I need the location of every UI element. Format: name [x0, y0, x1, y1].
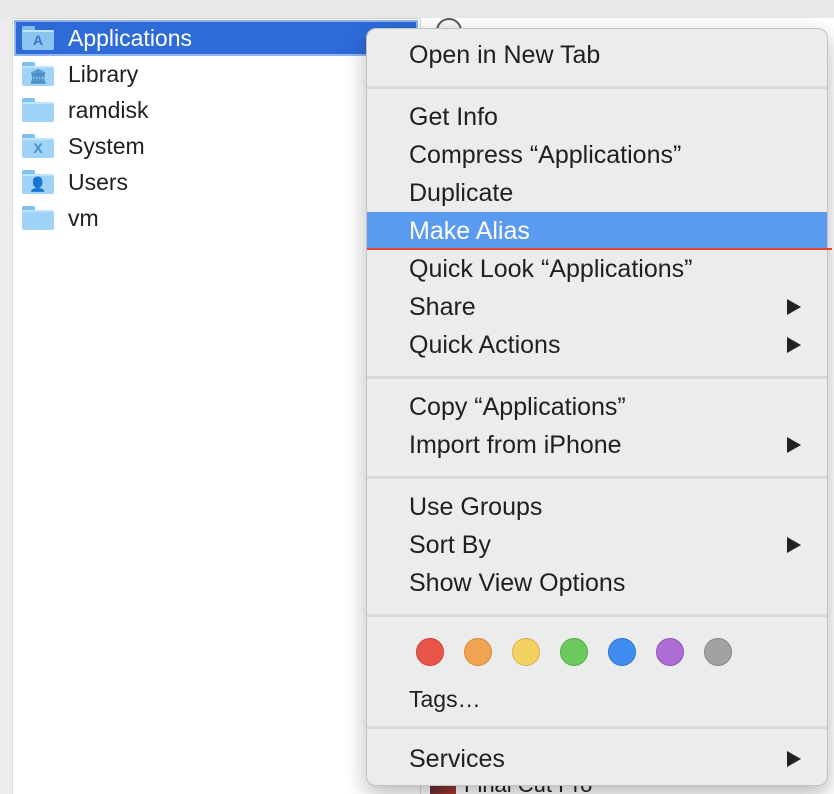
- tag-orange[interactable]: [464, 638, 492, 666]
- file-row-library[interactable]: 🏛 Library: [14, 56, 418, 92]
- menu-item-import-from-iphone[interactable]: Import from iPhone: [367, 426, 827, 464]
- folder-icon: [22, 98, 54, 122]
- file-row-users[interactable]: 👤 Users: [14, 164, 418, 200]
- context-menu: Open in New Tab Get Info Compress “Appli…: [366, 28, 832, 786]
- menu-separator: [367, 476, 827, 479]
- menu-item-label: Tags…: [409, 685, 481, 712]
- menu-item-label: Sort By: [409, 530, 491, 559]
- menu-item-label: Services: [409, 744, 505, 773]
- submenu-arrow-icon: [787, 751, 801, 767]
- menu-item-open-in-new-tab[interactable]: Open in New Tab: [367, 36, 827, 74]
- file-row-applications[interactable]: A Applications: [14, 20, 418, 56]
- menu-item-tags[interactable]: Tags…: [367, 680, 827, 718]
- tag-green[interactable]: [560, 638, 588, 666]
- folder-icon: [22, 206, 54, 230]
- menu-item-use-groups[interactable]: Use Groups: [367, 488, 827, 526]
- users-folder-icon: 👤: [22, 170, 54, 194]
- menu-item-label: Open in New Tab: [409, 40, 601, 69]
- menu-separator: [367, 614, 827, 617]
- file-name: System: [68, 132, 145, 159]
- file-name: ramdisk: [68, 96, 149, 123]
- menu-item-label: Quick Look “Applications”: [409, 254, 693, 283]
- file-name: vm: [68, 204, 99, 231]
- menu-item-label: Import from iPhone: [409, 430, 622, 459]
- menu-item-share[interactable]: Share: [367, 288, 827, 326]
- menu-item-label: Duplicate: [409, 178, 514, 207]
- menu-item-label: Use Groups: [409, 492, 543, 521]
- menu-item-copy[interactable]: Copy “Applications”: [367, 388, 827, 426]
- submenu-arrow-icon: [787, 337, 801, 353]
- menu-separator: [367, 726, 827, 729]
- menu-item-label: Quick Actions: [409, 330, 561, 359]
- menu-separator: [367, 86, 827, 89]
- menu-separator: [367, 376, 827, 379]
- sidebar-edge: [0, 18, 13, 794]
- menu-item-label: Show View Options: [409, 568, 626, 597]
- menu-item-sort-by[interactable]: Sort By: [367, 526, 827, 564]
- file-name: Library: [68, 60, 139, 87]
- tag-blue[interactable]: [608, 638, 636, 666]
- menu-item-make-alias[interactable]: Make Alias: [367, 212, 827, 250]
- tag-purple[interactable]: [656, 638, 684, 666]
- menu-item-duplicate[interactable]: Duplicate: [367, 174, 827, 212]
- window-toolbar: [0, 0, 834, 19]
- file-name: Users: [68, 168, 129, 195]
- menu-item-quick-look[interactable]: Quick Look “Applications”: [367, 250, 827, 288]
- menu-item-label: Make Alias: [409, 216, 530, 245]
- menu-item-label: Get Info: [409, 102, 498, 131]
- library-folder-icon: 🏛: [22, 62, 54, 86]
- tag-gray[interactable]: [704, 638, 732, 666]
- submenu-arrow-icon: [787, 437, 801, 453]
- tag-yellow[interactable]: [512, 638, 540, 666]
- menu-item-label: Compress “Applications”: [409, 140, 682, 169]
- system-folder-icon: X: [22, 134, 54, 158]
- file-row-system[interactable]: X System: [14, 128, 418, 164]
- submenu-arrow-icon: [787, 537, 801, 553]
- menu-item-label: Share: [409, 292, 476, 321]
- menu-item-services[interactable]: Services: [367, 740, 827, 778]
- applications-folder-icon: A: [22, 26, 54, 50]
- submenu-arrow-icon: [787, 299, 801, 315]
- file-list: A Applications 🏛 Library ramdisk X Syste…: [14, 20, 418, 236]
- menu-item-get-info[interactable]: Get Info: [367, 98, 827, 136]
- file-name: Applications: [68, 24, 193, 51]
- menu-item-label: Copy “Applications”: [409, 392, 626, 421]
- menu-item-compress[interactable]: Compress “Applications”: [367, 136, 827, 174]
- menu-item-show-view-options[interactable]: Show View Options: [367, 564, 827, 602]
- file-row-vm[interactable]: vm: [14, 200, 418, 236]
- tag-red[interactable]: [416, 638, 444, 666]
- file-row-ramdisk[interactable]: ramdisk: [14, 92, 418, 128]
- menu-item-quick-actions[interactable]: Quick Actions: [367, 326, 827, 364]
